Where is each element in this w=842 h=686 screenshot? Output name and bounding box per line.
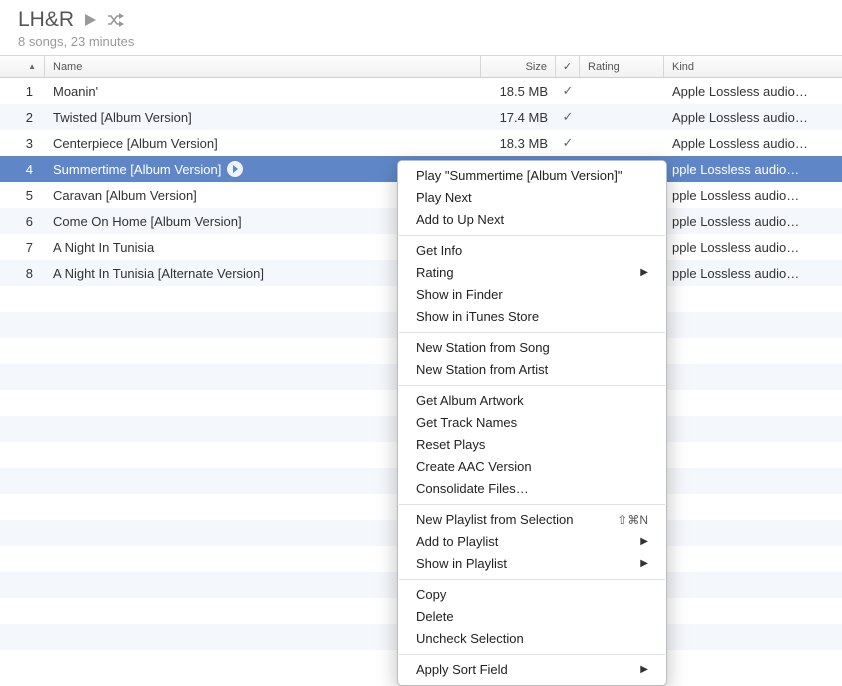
menu-separator — [399, 385, 665, 386]
menu-separator — [399, 579, 665, 580]
track-kind: pple Lossless audio… — [664, 188, 842, 203]
menu-item-label: Get Info — [416, 242, 648, 260]
menu-item-label: New Playlist from Selection — [416, 511, 609, 529]
table-row[interactable]: 3Centerpiece [Album Version]18.3 MB✓ Appl… — [0, 130, 842, 156]
track-checked[interactable]: ✓ — [556, 109, 580, 125]
track-size: 18.3 MB — [481, 136, 556, 151]
column-header-row: ▲ Name Size ✓ Rating Kind — [0, 56, 842, 78]
menu-item-label: Rating — [416, 264, 632, 282]
menu-item[interactable]: Reset Plays — [398, 434, 666, 456]
menu-item-label: Consolidate Files… — [416, 480, 648, 498]
menu-item[interactable]: Rating ▶ — [398, 262, 666, 284]
table-row[interactable]: 1Moanin'18.5 MB✓ Apple Lossless audio… — [0, 78, 842, 104]
track-number: 5 — [0, 188, 45, 203]
menu-item-label: Get Album Artwork — [416, 392, 648, 410]
submenu-arrow-icon: ▶ — [640, 264, 648, 282]
playlist-title: LH&R — [18, 8, 74, 32]
submenu-arrow-icon: ▶ — [640, 661, 648, 679]
menu-item[interactable]: Add to Playlist ▶ — [398, 531, 666, 553]
column-header-rating[interactable]: Rating — [580, 56, 664, 77]
shuffle-icon[interactable] — [107, 13, 125, 27]
menu-item[interactable]: Copy — [398, 584, 666, 606]
track-name: Centerpiece [Album Version] — [45, 136, 481, 151]
track-name: Moanin' — [45, 84, 481, 99]
track-number: 4 — [0, 162, 45, 177]
go-arrow-icon[interactable] — [227, 161, 243, 177]
track-kind: Apple Lossless audio… — [664, 136, 842, 151]
menu-separator — [399, 654, 665, 655]
column-header-name[interactable]: Name — [45, 56, 481, 77]
menu-item[interactable]: Show in iTunes Store — [398, 306, 666, 328]
submenu-arrow-icon: ▶ — [640, 533, 648, 551]
menu-item-label: New Station from Song — [416, 339, 648, 357]
menu-item-label: Apply Sort Field — [416, 661, 632, 679]
context-menu: Play "Summertime [Album Version]" Play Ne… — [397, 160, 667, 686]
menu-item-label: New Station from Artist — [416, 361, 648, 379]
column-header-checked[interactable]: ✓ — [556, 56, 580, 77]
menu-item[interactable]: Create AAC Version — [398, 456, 666, 478]
playlist-subtitle: 8 songs, 23 minutes — [18, 34, 842, 49]
menu-item-label: Delete — [416, 608, 648, 626]
track-checked[interactable]: ✓ — [556, 135, 580, 151]
menu-item[interactable]: Delete — [398, 606, 666, 628]
menu-item[interactable]: Uncheck Selection — [398, 628, 666, 650]
menu-item-label: Create AAC Version — [416, 458, 648, 476]
track-size: 17.4 MB — [481, 110, 556, 125]
track-number: 3 — [0, 136, 45, 151]
menu-item[interactable]: Apply Sort Field ▶ — [398, 659, 666, 681]
table-row[interactable]: 2Twisted [Album Version]17.4 MB✓ Apple Lo… — [0, 104, 842, 130]
menu-item-label: Get Track Names — [416, 414, 648, 432]
menu-item-label: Uncheck Selection — [416, 630, 648, 648]
track-kind: pple Lossless audio… — [664, 162, 842, 177]
sort-ascending-icon: ▲ — [28, 62, 36, 71]
track-checked[interactable]: ✓ — [556, 83, 580, 99]
track-number: 7 — [0, 240, 45, 255]
track-size: 18.5 MB — [481, 84, 556, 99]
menu-item[interactable]: Consolidate Files… — [398, 478, 666, 500]
menu-separator — [399, 504, 665, 505]
menu-item[interactable]: Show in Finder — [398, 284, 666, 306]
menu-item-label: Play Next — [416, 189, 648, 207]
column-header-kind[interactable]: Kind — [664, 56, 842, 77]
menu-shortcut: ⇧⌘N — [617, 511, 648, 529]
menu-item[interactable]: Get Info — [398, 240, 666, 262]
menu-separator — [399, 235, 665, 236]
menu-item-label: Play "Summertime [Album Version]" — [416, 167, 648, 185]
menu-item-label: Add to Playlist — [416, 533, 632, 551]
track-number: 2 — [0, 110, 45, 125]
column-header-size[interactable]: Size — [481, 56, 556, 77]
track-kind: pple Lossless audio… — [664, 214, 842, 229]
track-name: Twisted [Album Version] — [45, 110, 481, 125]
menu-item-label: Reset Plays — [416, 436, 648, 454]
menu-item[interactable]: New Station from Song — [398, 337, 666, 359]
playlist-header: LH&R 8 songs, 23 minutes — [0, 0, 842, 56]
menu-item-label: Show in iTunes Store — [416, 308, 648, 326]
menu-item[interactable]: Play Next — [398, 187, 666, 209]
menu-item-label: Copy — [416, 586, 648, 604]
menu-item[interactable]: Add to Up Next — [398, 209, 666, 231]
track-number: 6 — [0, 214, 45, 229]
column-header-number[interactable]: ▲ — [0, 56, 45, 77]
menu-item[interactable]: New Playlist from Selection ⇧⌘N — [398, 509, 666, 531]
menu-item[interactable]: Get Track Names — [398, 412, 666, 434]
track-kind: pple Lossless audio… — [664, 240, 842, 255]
track-kind: Apple Lossless audio… — [664, 84, 842, 99]
track-kind: Apple Lossless audio… — [664, 110, 842, 125]
menu-separator — [399, 332, 665, 333]
menu-item-label: Show in Finder — [416, 286, 648, 304]
submenu-arrow-icon: ▶ — [640, 555, 648, 573]
menu-item-label: Show in Playlist — [416, 555, 632, 573]
menu-item[interactable]: Show in Playlist ▶ — [398, 553, 666, 575]
menu-item[interactable]: Play "Summertime [Album Version]" — [398, 165, 666, 187]
menu-item[interactable]: New Station from Artist — [398, 359, 666, 381]
menu-item-label: Add to Up Next — [416, 211, 648, 229]
play-icon[interactable] — [84, 13, 97, 27]
track-number: 8 — [0, 266, 45, 281]
track-number: 1 — [0, 84, 45, 99]
track-kind: pple Lossless audio… — [664, 266, 842, 281]
menu-item[interactable]: Get Album Artwork — [398, 390, 666, 412]
